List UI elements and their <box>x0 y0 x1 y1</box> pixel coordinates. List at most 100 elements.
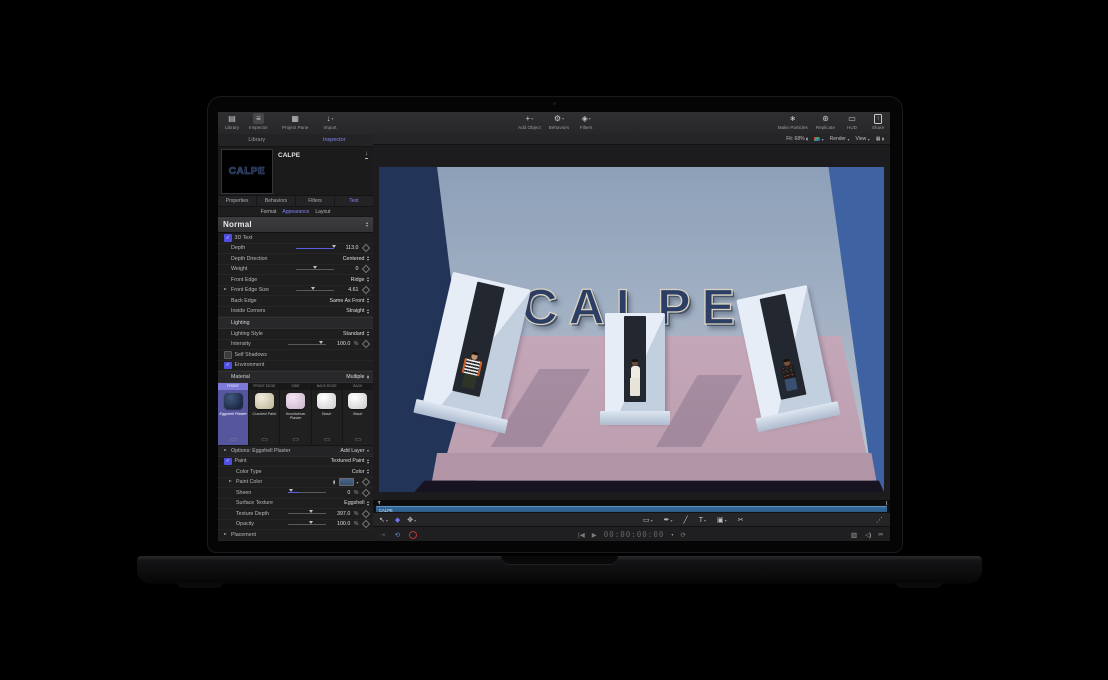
material-popup[interactable]: Multiple <box>346 374 369 380</box>
pan-tool[interactable]: ✥▾ <box>407 516 416 524</box>
render-popup[interactable]: Render ▾ <box>830 136 850 142</box>
sheen-slider[interactable] <box>288 492 326 493</box>
update-render-icon[interactable]: ⟳ <box>680 531 685 539</box>
disclosure-icon[interactable] <box>229 480 232 482</box>
canvas-viewport[interactable]: CALPE <box>373 145 890 511</box>
project-pane-button[interactable]: ▦ Project Pane <box>282 113 308 130</box>
behaviors-button[interactable]: ⚙▾ Behaviors <box>549 113 569 130</box>
replicate-button[interactable]: ⊛ Replicate <box>816 113 835 130</box>
environment-checkbox[interactable] <box>224 362 232 370</box>
add-object-icon: + <box>526 113 531 124</box>
keyframe-icon[interactable] <box>362 510 370 518</box>
texture-depth-slider[interactable] <box>288 513 326 514</box>
shape-tool[interactable]: ▭▾ <box>643 516 653 524</box>
material-back[interactable]: BACK Basic ⊂⊃ <box>343 383 373 445</box>
opacity-slider[interactable] <box>288 524 326 525</box>
zoom-level-popup[interactable]: Fit: 68% <box>786 136 808 142</box>
make-particles-button[interactable]: ∗ Make Particles <box>778 113 808 130</box>
inspector-button[interactable]: ≡ Inspector <box>249 113 268 130</box>
depth-direction-popup[interactable]: Centered <box>343 256 369 262</box>
project-pane-icon: ▦ <box>291 113 299 124</box>
front-edge-popup[interactable]: Ridge <box>351 277 369 283</box>
surface-texture-popup[interactable]: Eggshell <box>344 500 369 506</box>
add-layer-button[interactable]: Add Layer ▾ <box>340 448 369 454</box>
timeline-ruler[interactable] <box>373 501 890 505</box>
link-icon[interactable]: ⊂⊃ <box>323 437 330 443</box>
link-icon[interactable]: ⊂⊃ <box>292 437 299 443</box>
view-popup[interactable]: View ▾ <box>856 136 870 142</box>
range-end-marker[interactable] <box>886 501 888 505</box>
weight-slider[interactable] <box>296 269 334 270</box>
depth-slider[interactable] <box>296 248 334 249</box>
stepper-icon[interactable] <box>366 222 368 227</box>
keyframe-icon[interactable] <box>362 340 370 348</box>
material-front[interactable]: FRONT Eggshell Plaster ⊂⊃ <box>218 383 249 445</box>
material-front-edge[interactable]: FRONT EDGE Cracked Paint ⊂⊃ <box>249 383 280 445</box>
keyframe-icon[interactable] <box>362 244 370 252</box>
cut-tool[interactable]: ✂ <box>738 516 744 524</box>
text-tool[interactable]: T▾ <box>699 517 706 524</box>
tab-behaviors[interactable]: Behaviors <box>257 196 296 206</box>
hud-button[interactable]: ▭ HUD <box>843 113 861 130</box>
layout-grid-popup[interactable]: ▦ <box>876 136 884 142</box>
bezier-tool[interactable]: ✒▾ <box>664 516 673 524</box>
keyframe-icon[interactable] <box>362 489 370 497</box>
disclosure-icon[interactable] <box>224 533 227 535</box>
back-edge-popup[interactable]: Same As Front <box>329 298 369 304</box>
record-button[interactable] <box>409 531 417 539</box>
channels-popup[interactable]: ▾ <box>814 137 824 142</box>
add-object-button[interactable]: +▾ Add Object <box>518 113 541 130</box>
share-button[interactable]: ↑ Share <box>869 113 887 130</box>
disclosure-icon[interactable] <box>224 449 227 451</box>
material-side[interactable]: SIDE Knockdown Plaster ⊂⊃ <box>280 383 311 445</box>
3d-text-checkbox[interactable] <box>224 234 232 242</box>
lighting-style-popup[interactable]: Standard <box>343 331 369 337</box>
loop-playback-icon[interactable]: ⟲ <box>394 531 399 539</box>
inside-corners-popup[interactable]: Straight <box>346 308 369 314</box>
eyedropper-icon[interactable]: ✒ <box>330 480 337 485</box>
link-icon[interactable]: ⊂⊃ <box>355 437 362 443</box>
paint-color-swatch[interactable] <box>339 478 354 486</box>
jump-start-button[interactable]: |◀ <box>578 531 585 539</box>
loop-range-icon[interactable]: ∞ <box>878 531 883 538</box>
keyframe-icon[interactable] <box>362 265 370 273</box>
link-icon[interactable]: ⊂⊃ <box>230 437 237 443</box>
material-back-edge[interactable]: BACK EDGE Basic ⊂⊃ <box>312 383 343 445</box>
chevron-down-icon[interactable]: ▾ <box>671 532 673 537</box>
play-button[interactable]: ▶ <box>592 531 597 539</box>
publish-icon[interactable]: ↓ <box>365 151 368 159</box>
paint-checkbox[interactable] <box>224 458 232 466</box>
keyframe-icon[interactable] <box>362 478 370 486</box>
disclosure-icon[interactable] <box>224 288 227 290</box>
mask-tool[interactable]: ▣▾ <box>717 516 727 524</box>
timecode-display[interactable]: 00:00:00:00 <box>604 530 665 539</box>
paint-popup[interactable]: Textured Paint <box>331 458 369 464</box>
keyframe-icon[interactable] <box>362 520 370 528</box>
style-header[interactable]: Normal <box>218 217 373 233</box>
tab-text[interactable]: Text <box>335 196 373 206</box>
import-button[interactable]: ↓▾ Import <box>321 113 339 130</box>
subtab-format[interactable]: Format <box>261 209 277 215</box>
playhead-icon[interactable] <box>378 501 381 505</box>
intensity-slider[interactable] <box>288 344 326 345</box>
line-tool[interactable]: ╱ <box>684 516 688 524</box>
tab-inspector[interactable]: Inspector <box>296 134 374 146</box>
frame-view-icon[interactable]: ▥ <box>851 531 857 539</box>
audio-icon[interactable]: ◁) <box>865 531 870 539</box>
transform-3d-tool[interactable]: ◆ <box>395 516 400 524</box>
library-button[interactable]: ▤ Library <box>223 113 241 130</box>
subtab-appearance[interactable]: Appearance <box>282 209 309 215</box>
tab-properties[interactable]: Properties <box>218 196 257 206</box>
self-shadows-checkbox[interactable] <box>224 351 232 359</box>
subtab-layout[interactable]: Layout <box>315 209 330 215</box>
color-type-popup[interactable]: Color <box>352 469 369 475</box>
front-edge-size-slider[interactable] <box>296 290 334 291</box>
select-tool[interactable]: ↖▾ <box>379 516 388 524</box>
tab-library[interactable]: Library <box>218 134 296 146</box>
keyframe-icon[interactable] <box>362 286 370 294</box>
link-icon[interactable]: ⊂⊃ <box>261 437 268 443</box>
tab-filters[interactable]: Filters <box>296 196 335 206</box>
snap-icon[interactable]: ⇥ <box>380 531 385 539</box>
keyframe-editor-button[interactable]: ⋰ <box>876 516 883 524</box>
filters-button[interactable]: ◈▾ Filters <box>577 113 595 130</box>
